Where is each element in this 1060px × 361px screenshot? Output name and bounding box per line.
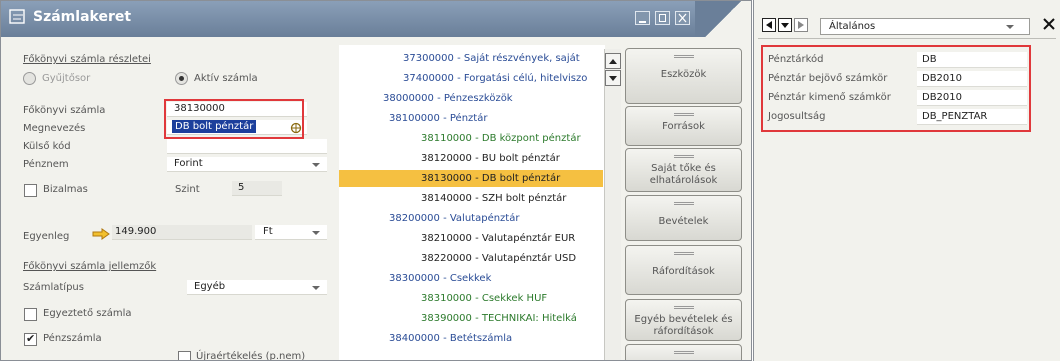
grip-icon bbox=[674, 351, 694, 354]
tree-item[interactable]: 38120000 - BU bolt pénztár bbox=[421, 150, 603, 167]
tree-item[interactable]: 38100000 - Pénztár bbox=[389, 110, 603, 127]
title-bar[interactable]: Számlakeret bbox=[1, 1, 751, 37]
account-type-select[interactable]: Egyéb bbox=[187, 280, 327, 295]
nav-dropdown-icon[interactable] bbox=[778, 18, 792, 32]
cash-account-label: Pénzszámla bbox=[43, 333, 102, 344]
arrow-up-icon bbox=[609, 59, 617, 64]
reconcile-label: Egyeztető számla bbox=[43, 308, 132, 319]
highlight-box-account bbox=[164, 99, 304, 139]
tree-item[interactable]: 37300000 - Saját részvények, saját bbox=[403, 50, 603, 67]
close-icon bbox=[678, 13, 687, 23]
category-button-3[interactable]: Saját tőke és elhatárolások bbox=[625, 148, 742, 192]
reconcile-checkbox[interactable] bbox=[24, 308, 37, 321]
balance-currency-select[interactable]: Ft bbox=[255, 225, 327, 240]
chevron-down-icon bbox=[312, 231, 320, 235]
level-value: 5 bbox=[238, 182, 245, 193]
account-type-label: Számlatípus bbox=[23, 282, 84, 293]
category-button-1[interactable]: Eszközök bbox=[625, 48, 742, 104]
tree-item[interactable]: 38220000 - Valutapénztár USD bbox=[421, 250, 603, 267]
tree-item[interactable]: 38200000 - Valutapénztár bbox=[389, 210, 603, 227]
section-account-properties: Főkönyvi számla jellemzők bbox=[23, 261, 157, 272]
external-code-label: Külső kód bbox=[23, 141, 71, 152]
scroll-down-button[interactable] bbox=[605, 70, 621, 86]
level-label: Szint bbox=[175, 184, 200, 195]
arrow-down-icon bbox=[609, 76, 617, 81]
category-button-5[interactable]: Ráfordítások bbox=[625, 245, 742, 295]
tree-item[interactable]: 38000000 - Pénzeszközök bbox=[383, 90, 603, 107]
radio-active-account[interactable] bbox=[175, 72, 188, 85]
balance-value: 149.900 bbox=[115, 226, 157, 237]
currency-value: Forint bbox=[174, 158, 203, 169]
window-title: Számlakeret bbox=[33, 9, 132, 25]
category-button-label: Ráfordítások bbox=[652, 266, 715, 277]
grip-icon bbox=[674, 202, 694, 205]
nav-first-icon[interactable] bbox=[762, 18, 776, 32]
confidential-checkbox[interactable] bbox=[24, 184, 37, 197]
window-icon bbox=[9, 9, 25, 24]
grip-icon bbox=[674, 113, 694, 116]
account-number-label: Főkönyvi számla bbox=[23, 105, 106, 116]
category-button-label: Bevételek bbox=[658, 216, 709, 227]
category-button-label: Eszközök bbox=[660, 69, 707, 80]
category-selector-value: Általános bbox=[829, 21, 876, 32]
panel-navigation: Általános bbox=[754, 12, 1060, 39]
tree-item[interactable]: 38310000 - Csekkek HUF bbox=[421, 290, 603, 307]
currency-label: Pénznem bbox=[23, 159, 69, 170]
tree-item-selected[interactable]: 38130000 - DB bolt pénztár bbox=[339, 170, 603, 187]
maximize-button[interactable] bbox=[655, 11, 670, 25]
radio-active-label: Aktív számla bbox=[194, 73, 258, 84]
tree-item[interactable]: 38300000 - Csekkek bbox=[389, 270, 603, 287]
tree-item[interactable]: 38210000 - Valutapénztár EUR bbox=[421, 230, 603, 247]
scroll-up-button[interactable] bbox=[605, 53, 621, 69]
tree-scrollbar[interactable] bbox=[604, 49, 621, 360]
minimize-button[interactable] bbox=[635, 11, 650, 25]
account-type-value: Egyéb bbox=[194, 281, 226, 292]
close-icon[interactable] bbox=[1042, 17, 1056, 31]
category-button-label: Egyéb bevételek és ráfordítások bbox=[634, 314, 733, 337]
close-button[interactable] bbox=[675, 11, 690, 25]
balance-field: 149.900 bbox=[112, 225, 252, 240]
balance-currency-value: Ft bbox=[263, 226, 273, 237]
user-fields-panel: Általános Pénztárkód DB Pénztár bejövő szá… bbox=[753, 0, 1060, 361]
chevron-down-icon bbox=[312, 163, 320, 167]
chevron-down-icon bbox=[1006, 25, 1014, 29]
highlight-box-cash-fields bbox=[761, 45, 1031, 132]
nav-next-icon[interactable] bbox=[794, 18, 808, 32]
tree-item[interactable]: 38110000 - DB központ pénztár bbox=[421, 130, 603, 147]
category-button-label: Források bbox=[662, 121, 705, 132]
radio-collector-label: Gyűjtősor bbox=[42, 73, 91, 84]
radio-collector[interactable] bbox=[23, 72, 36, 85]
balance-arrow-icon[interactable] bbox=[92, 228, 110, 240]
grip-icon bbox=[674, 252, 694, 255]
cash-account-checkbox[interactable] bbox=[24, 332, 37, 346]
category-button-4[interactable]: Bevételek bbox=[625, 195, 742, 241]
balance-label: Egyenleg bbox=[23, 231, 70, 242]
level-field: 5 bbox=[232, 181, 282, 196]
category-button-label: Saját tőke és elhatárolások bbox=[649, 163, 718, 186]
category-selector[interactable]: Általános bbox=[820, 18, 1030, 35]
revaluation-label: Újraértékelés (p.nem) bbox=[196, 351, 306, 361]
grip-icon bbox=[674, 55, 694, 58]
category-button-7[interactable] bbox=[625, 344, 742, 360]
account-name-label: Megnevezés bbox=[23, 123, 86, 134]
section-account-details: Főkönyvi számla részletei bbox=[23, 54, 151, 65]
category-button-2[interactable]: Források bbox=[625, 106, 742, 146]
title-bar-corner bbox=[695, 1, 751, 37]
account-frame-window: Számlakeret Főkönyvi számla részletei Gy… bbox=[0, 0, 752, 361]
tree-item[interactable]: 37400000 - Forgatási célú, hitelviszo bbox=[403, 70, 603, 87]
grip-icon bbox=[674, 155, 694, 158]
chevron-down-icon bbox=[312, 286, 320, 290]
tree-item[interactable]: 38140000 - SZH bolt pénztár bbox=[421, 190, 603, 207]
confidential-label: Bizalmas bbox=[43, 184, 88, 195]
tree-item[interactable]: 38390000 - TECHNIKAI: Hitelká bbox=[421, 310, 603, 327]
account-tree[interactable]: 37300000 - Saját részvények, saját 374000… bbox=[339, 45, 605, 360]
currency-select[interactable]: Forint bbox=[167, 157, 327, 172]
grip-icon bbox=[674, 306, 694, 309]
revaluation-checkbox[interactable] bbox=[178, 351, 191, 360]
category-button-6[interactable]: Egyéb bevételek és ráfordítások bbox=[625, 299, 742, 341]
tree-item[interactable]: 38400000 - Betétszámla bbox=[389, 330, 603, 347]
external-code-field[interactable] bbox=[167, 139, 327, 154]
